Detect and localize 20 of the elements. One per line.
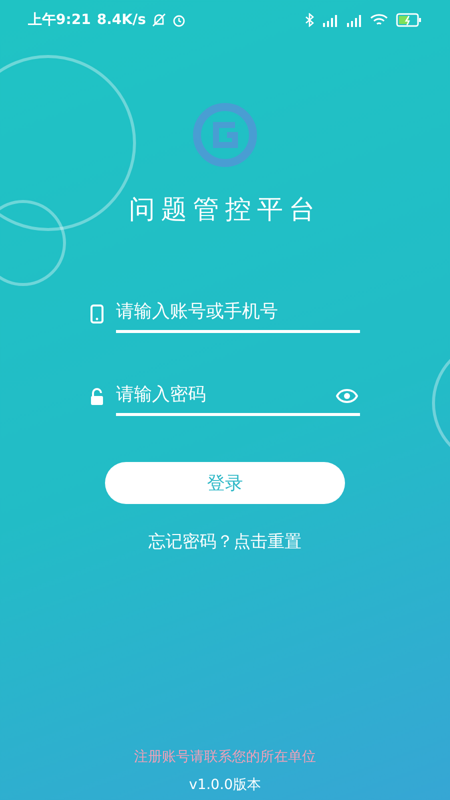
app-title: 问题管控平台: [129, 194, 321, 227]
password-field[interactable]: 请输入密码: [116, 378, 360, 416]
battery-charging-icon: [396, 13, 422, 27]
bell-off-icon: [152, 13, 166, 27]
signal-icon: [346, 14, 362, 26]
alarm-icon: [172, 13, 186, 27]
bluetooth-icon: [305, 13, 314, 27]
wifi-icon: [370, 14, 388, 26]
login-button[interactable]: 登录: [105, 462, 345, 504]
phone-icon: [90, 304, 104, 324]
network-speed: 8.4K/s: [96, 12, 146, 28]
register-notice: 注册账号请联系您的所在单位: [134, 748, 316, 766]
logo-icon: [190, 100, 260, 170]
unlocked-padlock-icon: [90, 388, 104, 406]
account-field[interactable]: 请输入账号或手机号: [116, 295, 360, 333]
status-time: 上午9:21: [28, 11, 91, 29]
version-label: v1.0.0版本: [189, 776, 261, 794]
reset-password-link[interactable]: 忘记密码？点击重置: [148, 530, 302, 553]
eye-icon[interactable]: [336, 388, 358, 404]
signal-icon: [322, 14, 338, 26]
